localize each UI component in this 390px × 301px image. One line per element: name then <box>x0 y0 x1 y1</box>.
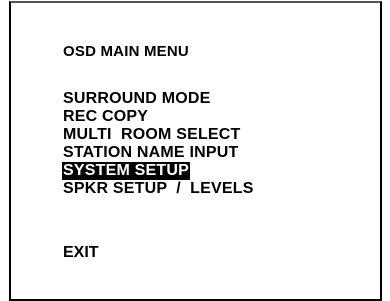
osd-menu-title: OSD MAIN MENU <box>63 43 189 60</box>
menu-item-station-name-input[interactable]: STATION NAME INPUT <box>62 144 255 162</box>
exit-option[interactable]: EXIT <box>63 244 99 262</box>
menu-item-rec-copy[interactable]: REC COPY <box>62 108 255 126</box>
osd-main-menu: SURROUND MODE REC COPY MULTI ROOM SELECT… <box>62 90 255 198</box>
menu-item-surround-mode[interactable]: SURROUND MODE <box>62 90 255 108</box>
menu-item-system-setup[interactable]: SYSTEM SETUP <box>62 162 190 180</box>
menu-item-multi-room-select[interactable]: MULTI ROOM SELECT <box>62 126 255 144</box>
menu-item-spkr-setup-levels[interactable]: SPKR SETUP / LEVELS <box>62 180 255 198</box>
